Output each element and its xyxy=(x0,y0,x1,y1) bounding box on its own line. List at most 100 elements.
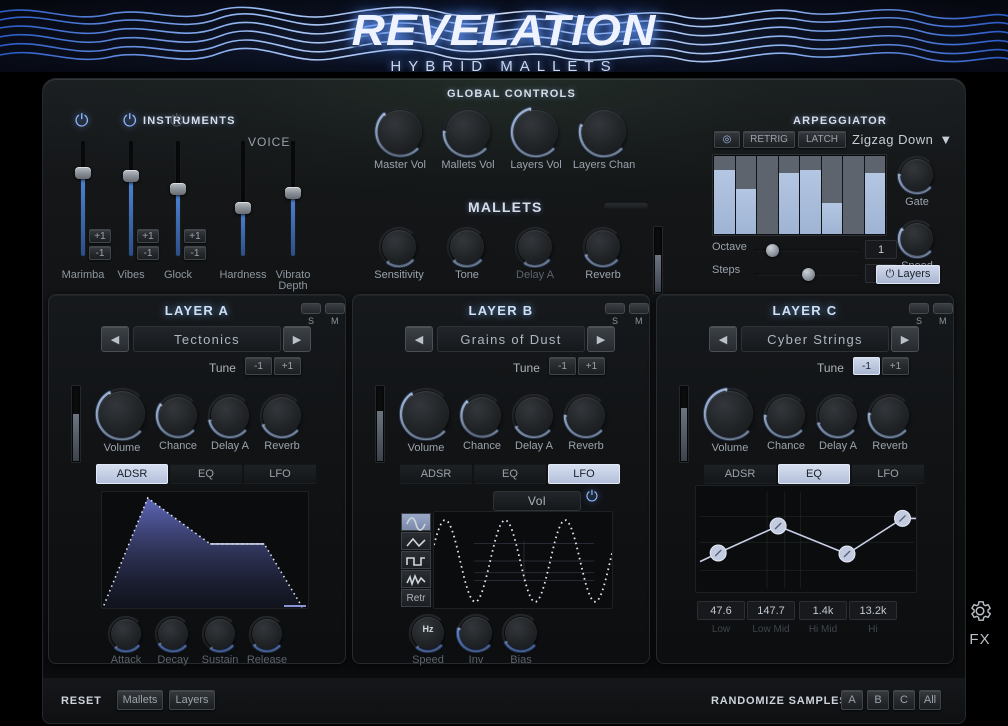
inc-glock[interactable]: +1 xyxy=(184,229,206,243)
arp-power-button[interactable]: ◎ xyxy=(714,131,740,148)
tune-label: Tune xyxy=(209,361,236,375)
lfo-destination[interactable]: Vol xyxy=(493,491,581,511)
dec-marimba[interactable]: -1 xyxy=(89,246,111,260)
arp-octave-slider[interactable] xyxy=(755,249,860,252)
preset-prev-button[interactable]: ◀ xyxy=(405,326,433,352)
preset-next-button[interactable]: ▶ xyxy=(587,326,615,352)
eq-band-handle-2 xyxy=(770,518,786,534)
lfo-shape-random-icon[interactable] xyxy=(401,570,431,588)
slider-hardness[interactable] xyxy=(241,141,245,256)
lfo-power-button[interactable]: ⏻ xyxy=(586,489,598,504)
eq-band-handle-1 xyxy=(710,545,726,561)
tune-down-button[interactable]: -1 xyxy=(245,357,272,375)
slider-label-vibrato-depth: VibratoDepth xyxy=(259,270,327,292)
preset-next-button[interactable]: ▶ xyxy=(891,326,919,352)
tab-eq[interactable]: EQ xyxy=(474,464,546,484)
inc-vibes[interactable]: +1 xyxy=(137,229,159,243)
instrument-power-glock[interactable]: ⏻ xyxy=(170,112,183,129)
dec-vibes[interactable]: -1 xyxy=(137,246,159,260)
slider-handle-vibes[interactable] xyxy=(123,170,139,182)
arp-retrig-button[interactable]: RETRIG xyxy=(743,131,795,148)
arp-layers-button[interactable]: ⏻ Layers xyxy=(876,265,940,284)
lfo-graph[interactable] xyxy=(433,511,613,609)
arp-step-4[interactable] xyxy=(779,156,800,234)
randomize-c-button[interactable]: C xyxy=(893,690,915,710)
arp-step-5[interactable] xyxy=(800,156,821,234)
tab-eq[interactable]: EQ xyxy=(170,464,242,484)
preset-prev-button[interactable]: ◀ xyxy=(709,326,737,352)
layer-mute-button[interactable] xyxy=(933,303,953,314)
randomize-b-button[interactable]: B xyxy=(867,690,889,710)
layer-mute-button[interactable] xyxy=(629,303,649,314)
arp-step-6[interactable] xyxy=(822,156,843,234)
slider-vibes[interactable] xyxy=(129,141,133,256)
layer-solo-button[interactable] xyxy=(605,303,625,314)
lfo-shape-sine-icon[interactable] xyxy=(401,513,431,531)
eq-freq-2[interactable]: 147.7 xyxy=(747,601,795,620)
lfo-shape-triangle-icon[interactable] xyxy=(401,532,431,550)
preset-prev-button[interactable]: ◀ xyxy=(101,326,129,352)
tab-lfo[interactable]: LFO xyxy=(244,464,316,484)
preset-name[interactable]: Grains of Dust xyxy=(437,326,585,352)
instrument-power-marimba[interactable]: ⏻ xyxy=(75,112,88,129)
layer-solo-button[interactable] xyxy=(909,303,929,314)
randomize-all-button[interactable]: All xyxy=(919,690,941,710)
tune-up-button[interactable]: +1 xyxy=(274,357,301,375)
layer-knob-chance-label: Chance xyxy=(159,440,197,452)
preset-name[interactable]: Tectonics xyxy=(133,326,281,352)
slider-handle-glock[interactable] xyxy=(170,183,186,195)
arp-step-2[interactable] xyxy=(736,156,757,234)
layer-knob-volume-dial xyxy=(707,391,753,437)
inc-marimba[interactable]: +1 xyxy=(89,229,111,243)
arp-step-1[interactable] xyxy=(714,156,735,234)
dec-glock[interactable]: -1 xyxy=(184,246,206,260)
arp-mode-dropdown[interactable]: Zigzag Down ▼ xyxy=(852,132,953,147)
lfo-retrig-button[interactable]: Retr xyxy=(401,589,431,607)
layer-meter xyxy=(71,385,81,463)
tab-lfo[interactable]: LFO xyxy=(548,464,620,484)
mallets-knob-reverb-dial xyxy=(586,230,620,264)
slider-handle-marimba[interactable] xyxy=(75,167,91,179)
eq-graph[interactable] xyxy=(695,485,917,593)
tune-up-button[interactable]: +1 xyxy=(882,357,909,375)
fx-button[interactable]: FX xyxy=(958,598,1002,648)
tab-adsr[interactable]: ADSR xyxy=(400,464,472,484)
slider-handle-vibrato-depth[interactable] xyxy=(285,187,301,199)
preset-name[interactable]: Cyber Strings xyxy=(741,326,889,352)
arp-octave-value[interactable]: 1 xyxy=(865,240,897,259)
slider-handle-hardness[interactable] xyxy=(235,202,251,214)
tab-adsr[interactable]: ADSR xyxy=(96,464,168,484)
eq-freq-3[interactable]: 1.4k xyxy=(799,601,847,620)
reset-mallets-button[interactable]: Mallets xyxy=(117,690,163,710)
layer-solo-label: S xyxy=(612,316,618,326)
adsr-graph[interactable] xyxy=(101,491,309,609)
eq-band-label-3: Hi Mid xyxy=(799,624,847,635)
arp-latch-button[interactable]: LATCH xyxy=(798,131,846,148)
preset-next-button[interactable]: ▶ xyxy=(283,326,311,352)
slider-glock[interactable] xyxy=(176,141,180,256)
slider-marimba[interactable] xyxy=(81,141,85,256)
eq-freq-4[interactable]: 13.2k xyxy=(849,601,897,620)
tab-lfo[interactable]: LFO xyxy=(852,464,924,484)
eq-freq-1[interactable]: 47.6 xyxy=(697,601,745,620)
arp-sequencer[interactable] xyxy=(712,154,887,236)
layer-knob-delay-a-dial xyxy=(515,397,553,435)
lfo-shape-square-icon[interactable] xyxy=(401,551,431,569)
randomize-a-button[interactable]: A xyxy=(841,690,863,710)
instrument-power-vibes[interactable]: ⏻ xyxy=(123,112,136,129)
arp-steps-slider[interactable] xyxy=(755,273,860,276)
tune-down-button[interactable]: -1 xyxy=(549,357,576,375)
tab-adsr[interactable]: ADSR xyxy=(704,464,776,484)
arp-step-3[interactable] xyxy=(757,156,778,234)
reset-layers-button[interactable]: Layers xyxy=(169,690,215,710)
layer-solo-button[interactable] xyxy=(301,303,321,314)
mallets-knob-delay-a-label: Delay A xyxy=(516,269,554,281)
adsr-curve xyxy=(102,492,309,609)
eq-band-label-1: Low xyxy=(697,624,745,635)
tune-up-button[interactable]: +1 xyxy=(578,357,605,375)
arp-step-7[interactable] xyxy=(843,156,864,234)
tab-eq[interactable]: EQ xyxy=(778,464,850,484)
layer-mute-button[interactable] xyxy=(325,303,345,314)
arp-step-8[interactable] xyxy=(865,156,886,234)
tune-down-button[interactable]: -1 xyxy=(853,357,880,375)
